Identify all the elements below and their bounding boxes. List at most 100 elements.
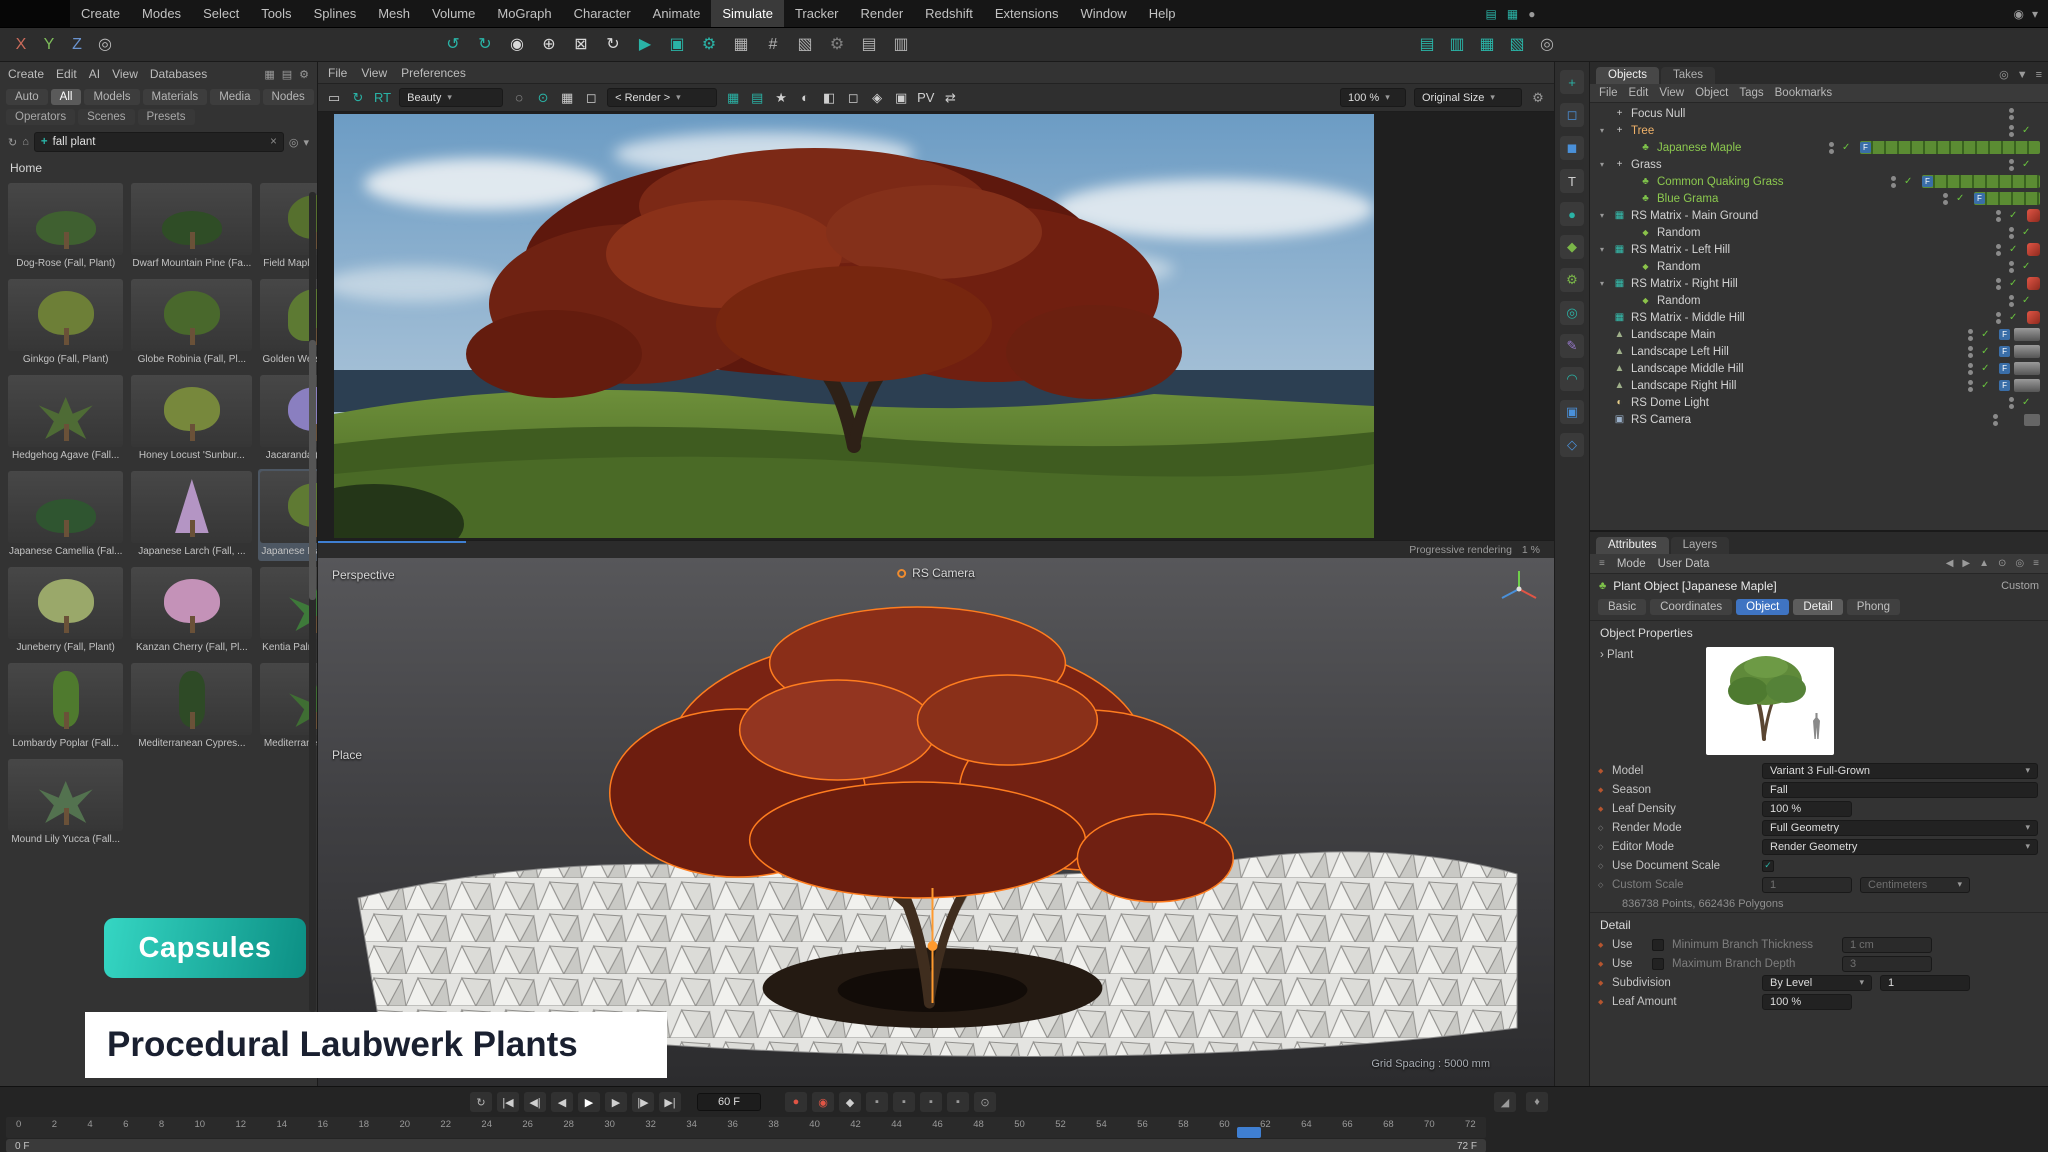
object-tags[interactable] xyxy=(1999,328,2040,341)
asset-item[interactable]: Lombardy Poplar (Fall... xyxy=(6,661,125,753)
ramp-icon[interactable]: ◢ xyxy=(1494,1092,1516,1112)
landscape-icon[interactable] xyxy=(1612,329,1627,340)
model-dropdown[interactable]: Variant 3 Full-Grown▾ xyxy=(1762,763,2038,779)
undo-icon[interactable]: ↺ xyxy=(444,37,462,53)
object-row[interactable]: ▾ Tree xyxy=(1590,122,2048,139)
panel-tab[interactable]: Layers xyxy=(1671,537,1730,554)
expand-icon[interactable]: ▾ xyxy=(1600,160,1612,169)
asset-filter-tab[interactable]: Nodes xyxy=(263,89,314,105)
wrench-icon[interactable]: ◇ xyxy=(1560,433,1584,457)
object-row[interactable]: ▾ RS Matrix - Left Hill xyxy=(1590,241,2048,258)
enabled-check[interactable] xyxy=(2022,295,2036,306)
null-icon[interactable] xyxy=(1612,159,1627,170)
dome-icon[interactable]: ◌ xyxy=(511,90,527,106)
plant-icon[interactable] xyxy=(1638,193,1653,204)
enabled-check[interactable] xyxy=(2022,227,2036,238)
loop-icon[interactable]: ↻ xyxy=(470,1092,492,1112)
panel-tab[interactable]: Attributes xyxy=(1596,537,1669,554)
axis-x-button[interactable]: X xyxy=(12,37,30,53)
search-icon[interactable]: ◎ xyxy=(2015,558,2024,569)
visibility-dots[interactable] xyxy=(2009,295,2014,307)
asset-item[interactable]: Mound Lily Yucca (Fall... xyxy=(6,757,125,849)
enabled-check[interactable] xyxy=(1956,193,1970,204)
pin-icon[interactable]: ⊙ xyxy=(1998,558,2006,569)
random-icon[interactable] xyxy=(1638,227,1653,238)
rotate-icon[interactable]: ↻ xyxy=(604,37,622,53)
object-label[interactable]: Random xyxy=(1657,227,1700,239)
asset-item[interactable]: Globe Robinia (Fall, Pl... xyxy=(129,277,254,369)
om-menu-item[interactable]: File xyxy=(1599,87,1618,99)
layout-objects-icon[interactable]: ▤ xyxy=(1418,37,1436,53)
transform-icon[interactable]: + xyxy=(1560,70,1584,94)
object-label[interactable]: RS Dome Light xyxy=(1631,397,1709,409)
object-label[interactable]: RS Matrix - Main Ground xyxy=(1631,210,1758,222)
editor-mode-dropdown[interactable]: Render Geometry▾ xyxy=(1762,839,2038,855)
visibility-dots[interactable] xyxy=(1996,210,2001,222)
current-frame-field[interactable]: 60 F xyxy=(697,1093,761,1111)
om-menu-item[interactable]: Object xyxy=(1695,87,1728,99)
visibility-dots[interactable] xyxy=(2009,125,2014,137)
object-label[interactable]: Common Quaking Grass xyxy=(1657,176,1784,188)
camera-icon[interactable] xyxy=(1612,414,1627,425)
layers-icon[interactable]: ▤ xyxy=(749,90,765,106)
keyframe-dot[interactable]: ◆ xyxy=(1598,960,1612,968)
size-dropdown[interactable]: Original Size▾ xyxy=(1414,88,1522,107)
expand-icon[interactable]: ▾ xyxy=(1600,211,1612,220)
asset-menu-item[interactable]: Databases xyxy=(150,67,207,81)
axis-y-button[interactable]: Y xyxy=(40,37,58,53)
panel-menu-icon[interactable]: ≡ xyxy=(1599,558,1605,569)
mode-dropdown[interactable]: Mode xyxy=(1617,558,1646,570)
object-label[interactable]: Focus Null xyxy=(1631,108,1685,120)
keyframe-dot[interactable]: ◆ xyxy=(1598,979,1612,987)
object-row[interactable]: ▾ RS Matrix - Main Ground xyxy=(1590,207,2048,224)
snapshot-icon[interactable]: ▭ xyxy=(326,90,342,106)
menubar-item[interactable]: MoGraph xyxy=(486,0,562,27)
keyframe-selection-icon[interactable]: ⊙ xyxy=(974,1092,996,1112)
enabled-check[interactable] xyxy=(1981,346,1995,357)
pv-button[interactable]: PV xyxy=(917,90,934,106)
grid-icon[interactable]: ▦ xyxy=(559,90,575,106)
back-icon[interactable]: ◀ xyxy=(1946,558,1954,569)
menubar-item[interactable]: Redshift xyxy=(914,0,984,27)
expand-icon[interactable]: ▾ xyxy=(1600,279,1612,288)
pen-icon[interactable]: ✎ xyxy=(1560,334,1584,358)
prev-key-button[interactable]: ◀| xyxy=(524,1092,546,1112)
object-tags[interactable] xyxy=(1999,345,2040,358)
settings-icon[interactable]: ⚙ xyxy=(299,68,309,81)
object-row[interactable]: Random xyxy=(1590,258,2048,275)
landscape-icon[interactable] xyxy=(1612,380,1627,391)
asset-item[interactable]: Honey Locust 'Sunbur... xyxy=(129,373,254,465)
object-tags[interactable] xyxy=(1860,141,2040,154)
object-label[interactable]: Landscape Main xyxy=(1631,329,1715,341)
ipr-refresh-icon[interactable]: ↻ xyxy=(350,90,366,106)
attribute-tab[interactable]: Object xyxy=(1736,599,1789,615)
menubar-item[interactable]: Volume xyxy=(421,0,486,27)
plant-label[interactable]: › Plant xyxy=(1600,647,1696,757)
range-track[interactable]: 0 F 72 F xyxy=(6,1139,1486,1152)
image-icon[interactable]: ▣ xyxy=(893,90,909,106)
object-row[interactable]: RS Camera xyxy=(1590,411,2048,428)
menubar-item[interactable]: Select xyxy=(192,0,250,27)
object-label[interactable]: Tree xyxy=(1631,125,1654,137)
menubar-item[interactable]: Character xyxy=(563,0,642,27)
keyframe-dot[interactable]: ◆ xyxy=(1598,786,1612,794)
enabled-check[interactable] xyxy=(2009,244,2023,255)
keyframe-dot[interactable]: ◆ xyxy=(1598,767,1612,775)
matrix-icon[interactable] xyxy=(1612,210,1627,221)
visibility-dots[interactable] xyxy=(1996,244,2001,256)
list-view-icon[interactable]: ▤ xyxy=(282,68,292,81)
object-row[interactable]: Landscape Right Hill xyxy=(1590,377,2048,394)
asset-item[interactable]: Mediterranean Cypres... xyxy=(129,661,254,753)
object-tags[interactable] xyxy=(1922,175,2040,188)
panel-menu-icon[interactable]: ≡ xyxy=(2033,558,2039,569)
object-tags[interactable] xyxy=(2027,209,2040,222)
object-row[interactable]: Landscape Main xyxy=(1590,326,2048,343)
layout-uv-icon[interactable]: ▥ xyxy=(1448,37,1466,53)
visibility-dots[interactable] xyxy=(2009,108,2014,120)
object-label[interactable]: Grass xyxy=(1631,159,1662,171)
plant-preview-thumbnail[interactable]: Japanese Maple (Acer palmatum) xyxy=(1706,647,1834,755)
object-row[interactable]: ▾ Grass xyxy=(1590,156,2048,173)
enabled-check[interactable] xyxy=(2009,210,2023,221)
render-camera-dropdown[interactable]: < Render >▾ xyxy=(607,88,717,107)
object-row[interactable]: Random xyxy=(1590,292,2048,309)
